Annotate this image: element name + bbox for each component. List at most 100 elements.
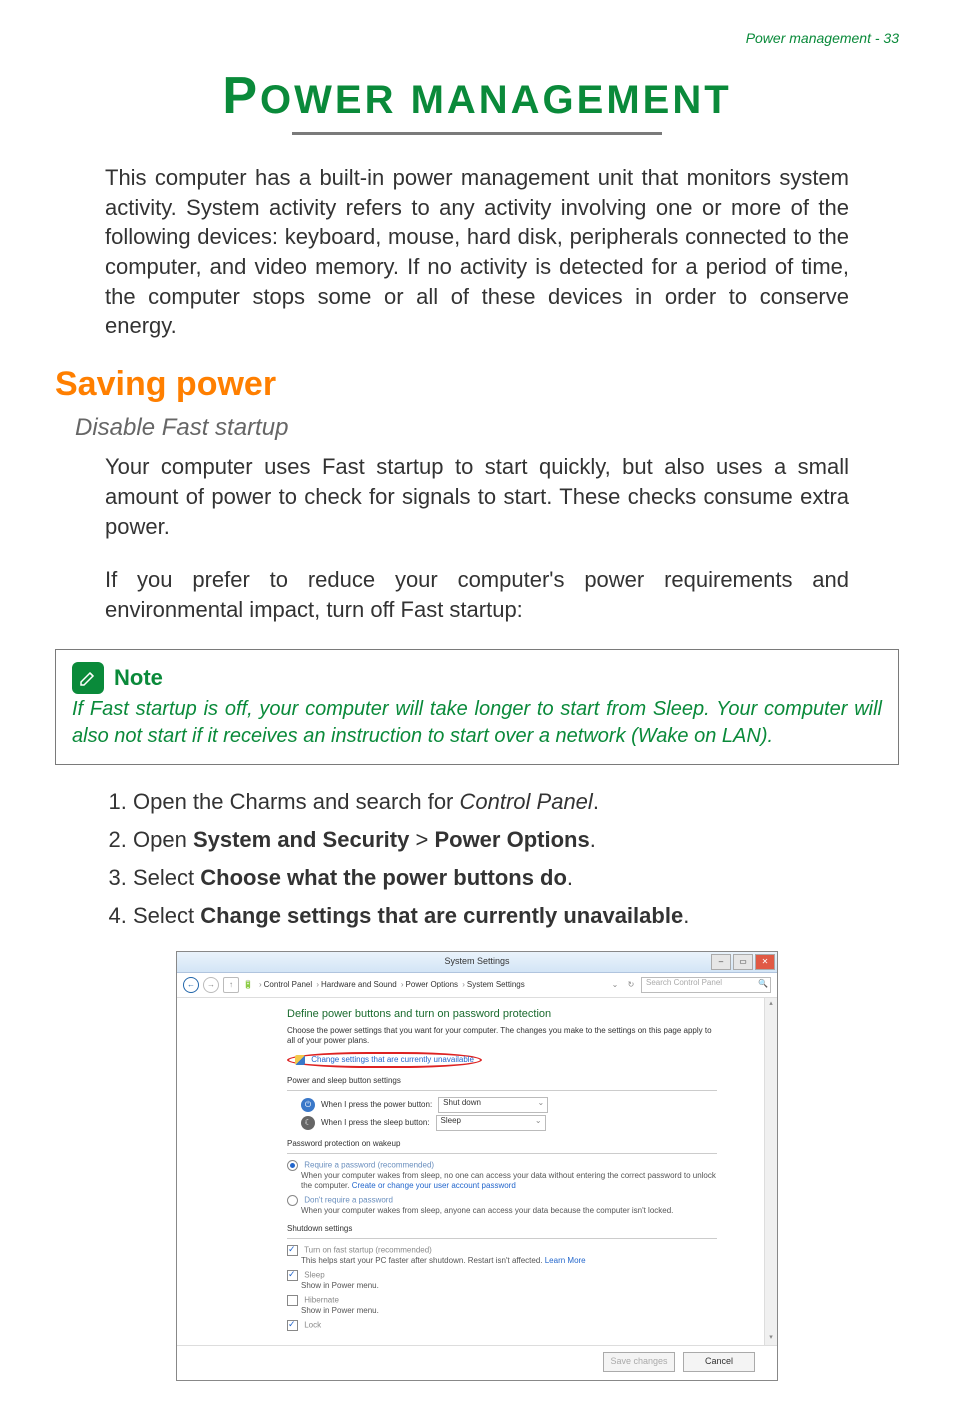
breadcrumb[interactable]: ›Control Panel ›Hardware and Sound ›Powe… [257,980,605,990]
sleep-button-label: When I press the sleep button: [321,1118,430,1128]
crumb-4[interactable]: System Settings [467,980,525,989]
title-first-letter: P [222,67,260,125]
step-3-text: Select [133,865,200,890]
step-3-end: . [567,865,573,890]
page-title: POWER MANAGEMENT [55,66,899,126]
power-button-label: When I press the power button: [321,1100,432,1110]
divider-2 [287,1153,717,1154]
opt-require-password-label: Require a password (recommended) [304,1160,434,1169]
paragraph-1: Your computer uses Fast startup to start… [55,452,899,541]
step-3-b: Choose what the power buttons do [200,865,567,890]
address-bar: ← → ↑ 🔋 ›Control Panel ›Hardware and Sou… [177,973,777,998]
window-body: ▴ ▾ Define power buttons and turn on pas… [177,998,777,1345]
pencil-icon [72,662,104,694]
hibernate-desc: Show in Power menu. [301,1306,717,1316]
note-title: Note [114,665,163,691]
divider-3 [287,1238,717,1239]
hibernate-label: Hibernate [304,1295,339,1304]
step-2-text: Open [133,827,193,852]
sleep-icon: ☾ [301,1116,315,1130]
fast-startup-label: Turn on fast startup (recommended) [304,1245,432,1254]
title-underline [292,132,662,135]
checkbox-fast-startup[interactable] [287,1245,298,1256]
search-icon: 🔍 [758,979,768,989]
save-changes-button[interactable]: Save changes [603,1352,675,1372]
subhead-shutdown: Shutdown settings [287,1224,717,1234]
window-close-button[interactable]: ✕ [755,954,775,970]
power-button-value: Shut down [443,1098,481,1107]
breadcrumb-icon: 🔋 [243,980,253,990]
breadcrumb-chevron-icon[interactable]: ⌄ [609,980,621,990]
power-button-select[interactable]: Shut down ⌄ [438,1097,548,1113]
window-maximize-button[interactable]: ▭ [733,954,753,970]
scroll-down-icon[interactable]: ▾ [765,1333,777,1345]
divider-1 [287,1090,717,1091]
step-2: Open System and Security > Power Options… [133,823,849,857]
cancel-button[interactable]: Cancel [683,1352,755,1372]
step-4-b: Change settings that are currently unava… [200,903,683,928]
scroll-up-icon[interactable]: ▴ [765,998,777,1010]
forward-button[interactable]: → [203,977,219,993]
section-title: Define power buttons and turn on passwor… [287,1008,717,1022]
steps-list: Open the Charms and search for Control P… [55,785,899,933]
step-2-b2: Power Options [434,827,589,852]
chevron-down-icon: ⌄ [535,1116,542,1126]
window-title: System Settings [444,956,509,967]
sleep-label: Sleep [304,1270,324,1279]
radio-dont-require-password[interactable] [287,1195,298,1206]
window-minimize-button[interactable]: – [711,954,731,970]
heading-disable-fast-startup: Disable Fast startup [75,414,899,442]
subhead-power-sleep: Power and sleep button settings [287,1076,717,1086]
footer-buttons: Save changes Cancel [177,1345,777,1380]
checkbox-hibernate[interactable] [287,1295,298,1306]
power-icon: ⏻ [301,1098,315,1112]
step-1: Open the Charms and search for Control P… [133,785,849,819]
opt-dont-require-label: Don't require a password [304,1195,393,1204]
step-4-text: Select [133,903,200,928]
step-3: Select Choose what the power buttons do. [133,861,849,895]
step-4: Select Change settings that are currentl… [133,899,849,933]
step-1-em: Control Panel [460,789,593,814]
step-2-end: . [590,827,596,852]
step-2-gt: > [409,827,434,852]
paragraph-2: If you prefer to reduce your computer's … [55,565,899,624]
note-body: If Fast startup is off, your computer wi… [72,696,882,750]
create-change-password-link[interactable]: Create or change your user account passw… [352,1181,516,1190]
note-box: Note If Fast startup is off, your comput… [55,649,899,765]
crumb-3[interactable]: Power Options [406,980,458,989]
sleep-button-value: Sleep [441,1116,461,1125]
heading-saving-power: Saving power [55,365,899,404]
up-button[interactable]: ↑ [223,977,239,993]
fast-startup-desc: This helps start your PC faster after sh… [301,1256,545,1265]
window-titlebar[interactable]: System Settings – ▭ ✕ [177,952,777,973]
step-1-text: Open the Charms and search for [133,789,460,814]
learn-more-link[interactable]: Learn More [545,1256,586,1265]
back-button[interactable]: ← [183,977,199,993]
title-rest: OWER MANAGEMENT [260,78,732,122]
lock-label: Lock [304,1320,321,1329]
page-header: Power management - 33 [55,30,899,46]
step-4-end: . [683,903,689,928]
step-1-end: . [593,789,599,814]
search-placeholder: Search Control Panel [646,978,722,987]
sleep-button-select[interactable]: Sleep ⌄ [436,1115,546,1131]
change-settings-link[interactable]: Change settings that are currently unava… [311,1055,474,1064]
checkbox-sleep[interactable] [287,1270,298,1281]
crumb-2[interactable]: Hardware and Sound [321,980,397,989]
intro-paragraph: This computer has a built-in power manag… [55,163,899,341]
highlighted-link-ring: Change settings that are currently unava… [287,1052,482,1068]
chevron-down-icon: ⌄ [537,1098,544,1108]
shield-icon [295,1055,305,1065]
subhead-password: Password protection on wakeup [287,1139,717,1149]
section-description: Choose the power settings that you want … [287,1026,717,1046]
step-2-b1: System and Security [193,827,409,852]
search-input[interactable]: Search Control Panel 🔍 [641,977,771,993]
radio-require-password[interactable] [287,1160,298,1171]
screenshot-window: System Settings – ▭ ✕ ← → ↑ 🔋 ›Control P… [176,951,778,1381]
opt-dont-require-desc: When your computer wakes from sleep, any… [301,1206,717,1216]
sleep-desc: Show in Power menu. [301,1281,717,1291]
crumb-1[interactable]: Control Panel [264,980,312,989]
checkbox-lock[interactable] [287,1320,298,1331]
scrollbar[interactable]: ▴ ▾ [764,998,777,1345]
refresh-button[interactable]: ↻ [625,980,637,990]
